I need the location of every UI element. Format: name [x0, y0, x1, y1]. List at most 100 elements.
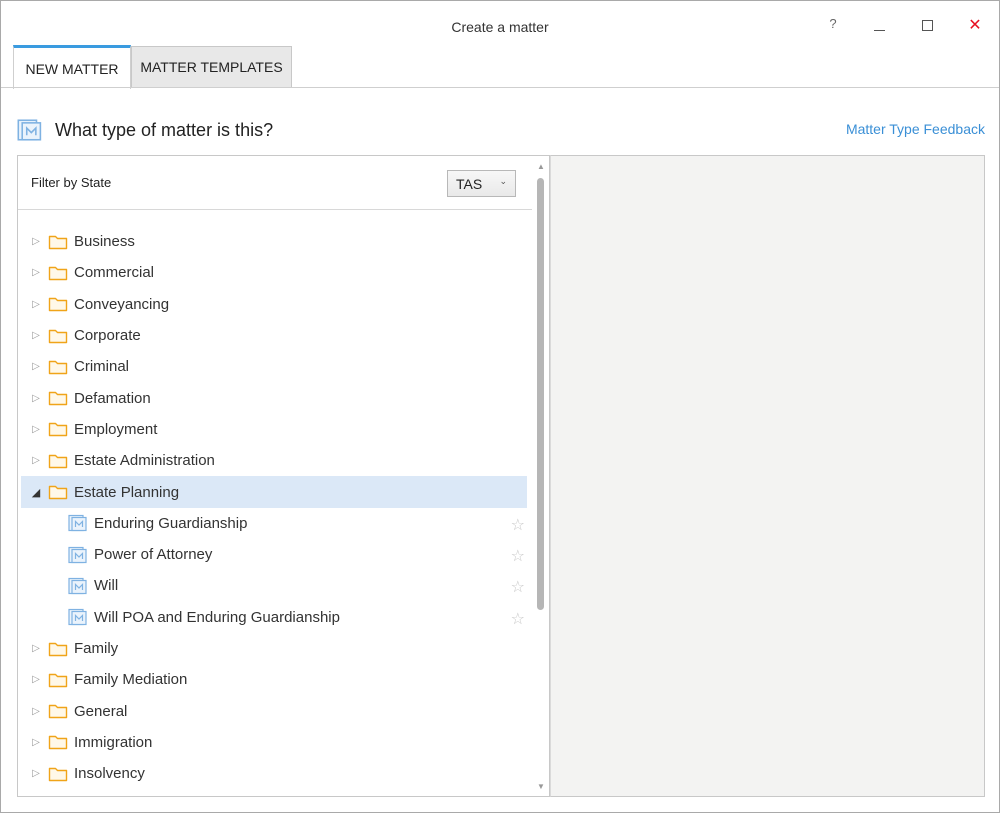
triangle-right-icon[interactable]: ▷: [29, 330, 43, 341]
title-bar: Create a matter ? ✕: [1, 1, 999, 45]
triangle-right-icon[interactable]: ▷: [29, 455, 43, 466]
triangle-right-icon[interactable]: ▷: [29, 267, 43, 278]
tree-item-criminal[interactable]: ▷ Criminal: [21, 351, 527, 382]
tree-item-conveyancing[interactable]: ▷ Conveyancing: [21, 289, 527, 320]
maximize-button[interactable]: [907, 9, 947, 41]
tree-item-label: Defamation: [74, 389, 151, 407]
tree-item-label: Immigration: [74, 733, 153, 751]
matter-type-tree-panel: Filter by State TAS ⌄ ▷ Business ▷ Comme…: [17, 155, 550, 797]
matter-type-icon: [68, 577, 88, 595]
close-icon: ✕: [968, 17, 982, 34]
tree-item-label: Enduring Guardianship: [94, 514, 248, 532]
folder-icon: [48, 641, 68, 657]
tree-item-label: Will POA and Enduring Guardianship: [94, 608, 340, 626]
folder-icon: [48, 234, 68, 250]
folder-icon: [48, 265, 68, 281]
folder-icon: [48, 703, 68, 719]
tree-item-label: Conveyancing: [74, 295, 170, 313]
tree-item-estate-planning[interactable]: ◢ Estate Planning: [21, 476, 527, 508]
star-icon[interactable]: ☆: [511, 515, 525, 535]
triangle-right-icon[interactable]: ▷: [29, 737, 43, 748]
close-button[interactable]: ✕: [955, 9, 995, 41]
tree-item-label: Family: [74, 640, 119, 657]
tree-item-label: Commercial: [74, 264, 155, 282]
folder-icon: [48, 734, 68, 750]
tree-item-label: Will: [94, 577, 119, 595]
tree-item-power-of-attorney[interactable]: Power of Attorney ☆: [21, 539, 527, 570]
chevron-down-icon: ⌄: [499, 176, 507, 186]
tree-item-enduring-guardianship[interactable]: Enduring Guardianship ☆: [21, 508, 527, 539]
matter-type-icon: [68, 514, 88, 532]
tree-item-label: Family Mediation: [74, 671, 188, 689]
tree-item-label: Insolvency: [74, 765, 145, 783]
scroll-down-icon[interactable]: ▼: [533, 778, 549, 794]
state-select-value: TAS: [456, 175, 483, 192]
triangle-right-icon[interactable]: ▷: [29, 768, 43, 779]
tree-item-estate-administration[interactable]: ▷ Estate Administration: [21, 445, 527, 476]
folder-icon: [48, 390, 68, 406]
minimize-icon: [873, 29, 885, 31]
triangle-right-icon[interactable]: ▷: [29, 424, 43, 435]
star-icon[interactable]: ☆: [511, 546, 525, 566]
tree-item-general[interactable]: ▷ General: [21, 695, 527, 726]
help-button[interactable]: ?: [813, 7, 853, 39]
triangle-right-icon[interactable]: ▷: [29, 706, 43, 717]
folder-icon: [48, 672, 68, 688]
tree-item-insolvency[interactable]: ▷ Insolvency: [21, 758, 527, 789]
create-matter-window: Create a matter ? ✕ NEW MATTER MATTER TE…: [0, 0, 1000, 813]
tree-item-family-mediation[interactable]: ▷ Family Mediation: [21, 664, 527, 695]
state-select[interactable]: TAS ⌄: [447, 170, 516, 197]
tree-scrollbar[interactable]: ▲ ▼: [533, 156, 549, 796]
tab-matter-templates[interactable]: MATTER TEMPLATES: [131, 46, 292, 87]
minimize-button[interactable]: [859, 9, 899, 41]
tab-new-matter[interactable]: NEW MATTER: [13, 45, 131, 89]
folder-icon: [48, 296, 68, 312]
triangle-right-icon[interactable]: ▷: [29, 299, 43, 310]
triangle-down-icon[interactable]: ◢: [29, 486, 43, 499]
scroll-up-icon[interactable]: ▲: [533, 158, 549, 174]
matter-type-icon: [17, 118, 43, 142]
folder-icon: [48, 766, 68, 782]
filter-by-state-label: Filter by State: [31, 175, 112, 190]
filter-bar: Filter by State TAS ⌄: [18, 156, 532, 210]
folder-icon: [48, 359, 68, 375]
tree-item-immigration[interactable]: ▷ Immigration: [21, 727, 527, 758]
matter-type-tree: ▷ Business ▷ Commercial ▷ Conveyancing ▷…: [21, 226, 527, 789]
folder-icon: [48, 421, 68, 437]
triangle-right-icon[interactable]: ▷: [29, 643, 43, 654]
tree-item-business[interactable]: ▷ Business: [21, 226, 527, 257]
maximize-icon: [921, 19, 933, 31]
tree-item-will-poa-enduring-guardianship[interactable]: Will POA and Enduring Guardianship ☆: [21, 602, 527, 633]
triangle-right-icon[interactable]: ▷: [29, 674, 43, 685]
triangle-right-icon[interactable]: ▷: [29, 361, 43, 372]
folder-icon: [48, 328, 68, 344]
folder-icon: [48, 453, 68, 469]
matter-type-feedback-link[interactable]: Matter Type Feedback: [846, 121, 985, 137]
tree-item-commercial[interactable]: ▷ Commercial: [21, 257, 527, 288]
tree-item-label: Corporate: [74, 327, 141, 345]
matter-type-icon: [68, 546, 88, 564]
heading-text: What type of matter is this?: [55, 119, 274, 140]
tree-item-label: Power of Attorney: [94, 546, 213, 564]
matter-details-panel: [550, 155, 985, 797]
star-icon[interactable]: ☆: [511, 609, 525, 629]
tree-item-label: Business: [74, 233, 135, 251]
tree-item-corporate[interactable]: ▷ Corporate: [21, 320, 527, 351]
tree-item-label: General: [74, 702, 128, 720]
scroll-thumb[interactable]: [537, 178, 544, 610]
tree-item-label: Employment: [74, 420, 158, 438]
tree-item-employment[interactable]: ▷ Employment: [21, 414, 527, 445]
folder-icon: [48, 484, 68, 500]
tree-item-will[interactable]: Will ☆: [21, 570, 527, 601]
star-icon[interactable]: ☆: [511, 577, 525, 597]
section-heading: What type of matter is this?: [17, 117, 273, 143]
tab-divider: [1, 87, 999, 88]
triangle-right-icon[interactable]: ▷: [29, 236, 43, 247]
tree-item-label: Estate Planning: [74, 483, 180, 501]
tree-item-label: Estate Administration: [74, 452, 215, 470]
matter-type-icon: [68, 608, 88, 626]
tree-item-family[interactable]: ▷ Family: [21, 633, 527, 664]
tree-item-defamation[interactable]: ▷ Defamation: [21, 382, 527, 413]
triangle-right-icon[interactable]: ▷: [29, 393, 43, 404]
tree-item-label: Criminal: [74, 358, 130, 376]
